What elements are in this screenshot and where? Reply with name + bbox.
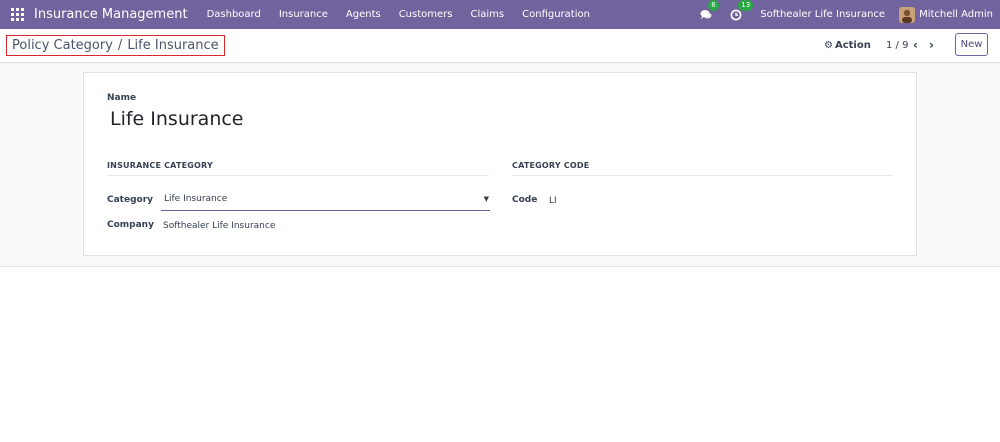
category-select[interactable]: Life Insurance ▼	[161, 194, 490, 211]
company-switcher[interactable]: Softhealer Life Insurance	[760, 9, 885, 20]
menu-dashboard[interactable]: Dashboard	[198, 9, 270, 20]
code-field[interactable]: LI	[549, 196, 557, 206]
code-label: Code	[512, 195, 538, 205]
activities-badge: 13	[738, 0, 754, 11]
navbar-systray: 6 13 Softhealer Life Insurance Mitchell …	[700, 0, 993, 29]
name-label: Name	[107, 93, 137, 103]
company-field[interactable]: Softhealer Life Insurance	[163, 221, 275, 231]
user-menu[interactable]: Mitchell Admin	[919, 9, 993, 20]
messages-button[interactable]: 6	[700, 0, 719, 20]
apps-grid-icon[interactable]	[11, 8, 24, 21]
menu-insurance[interactable]: Insurance	[270, 9, 337, 20]
breadcrumb: Policy Category / Life Insurance	[6, 35, 225, 56]
action-label: Action	[834, 40, 871, 51]
control-panel: Policy Category / Life Insurance ⚙ Actio…	[0, 29, 1000, 63]
name-field[interactable]: Life Insurance	[110, 108, 244, 130]
chat-icon	[700, 10, 712, 19]
menu-configuration[interactable]: Configuration	[513, 9, 599, 20]
caret-down-icon[interactable]: ▼	[484, 195, 489, 203]
chevron-right-icon[interactable]: ›	[929, 38, 934, 52]
menu-customers[interactable]: Customers	[390, 9, 462, 20]
chevron-left-icon[interactable]: ‹	[913, 38, 918, 52]
messages-badge: 6	[708, 0, 719, 11]
gear-icon: ⚙	[824, 40, 833, 51]
user-avatar-icon	[899, 6, 916, 23]
section-insurance-category: INSURANCE CATEGORY	[107, 161, 489, 176]
category-value: Life Insurance	[164, 194, 228, 204]
top-navbar: Insurance Management Dashboard Insurance…	[0, 0, 1000, 29]
form-view-area: Name Life Insurance INSURANCE CATEGORY C…	[0, 63, 1000, 267]
section-category-code: CATEGORY CODE	[512, 161, 893, 176]
activities-button[interactable]: 13	[730, 0, 754, 21]
app-brand[interactable]: Insurance Management	[34, 7, 188, 22]
breadcrumb-separator: /	[117, 38, 123, 53]
new-button[interactable]: New	[955, 33, 988, 56]
category-label: Category	[107, 195, 154, 205]
form-sheet: Name Life Insurance INSURANCE CATEGORY C…	[83, 72, 917, 256]
menu-claims[interactable]: Claims	[462, 9, 514, 20]
breadcrumb-current: Life Insurance	[127, 38, 219, 53]
company-label: Company	[107, 220, 154, 230]
action-menu-button[interactable]: ⚙ Action	[824, 40, 871, 51]
avatar[interactable]	[899, 6, 916, 23]
pager-value[interactable]: 1 / 9	[886, 40, 908, 51]
breadcrumb-parent-link[interactable]: Policy Category	[12, 38, 113, 53]
menu-agents[interactable]: Agents	[337, 9, 390, 20]
